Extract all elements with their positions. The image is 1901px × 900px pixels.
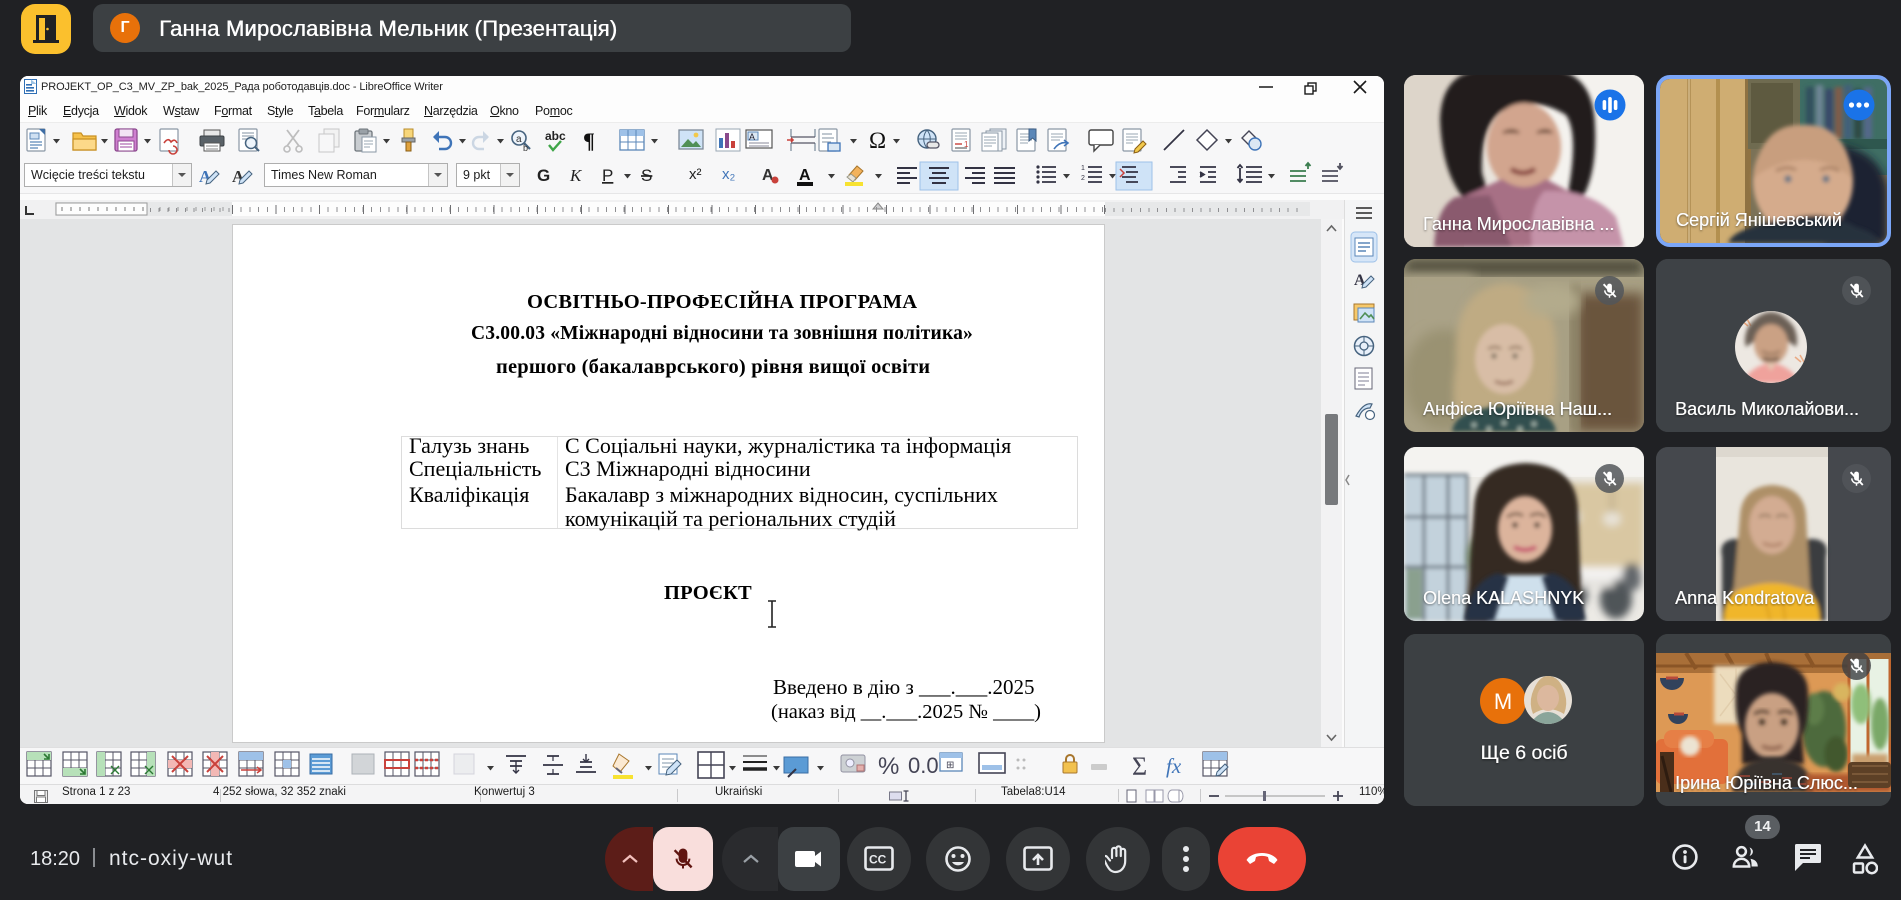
svg-text:M: M xyxy=(1494,689,1512,714)
svg-text:1: 1 xyxy=(964,140,969,149)
svg-text:P: P xyxy=(602,166,613,185)
svg-text:⊞: ⊞ xyxy=(946,760,954,771)
svg-text:¶: ¶ xyxy=(583,128,595,153)
svg-text:abc: abc xyxy=(545,129,566,143)
svg-text:0.0: 0.0 xyxy=(908,753,939,778)
svg-text:%: % xyxy=(878,753,899,780)
svg-text:A: A xyxy=(799,167,811,184)
svg-text:x₂: x₂ xyxy=(722,166,736,183)
svg-text:G: G xyxy=(537,166,550,185)
svg-text:1: 1 xyxy=(1081,165,1085,172)
svg-text:b: b xyxy=(523,143,528,153)
svg-text:a: a xyxy=(516,134,522,145)
svg-text:K: K xyxy=(569,166,583,185)
svg-text:S: S xyxy=(641,166,652,185)
svg-text:2: 2 xyxy=(1081,175,1085,182)
svg-text:Σ: Σ xyxy=(1132,752,1147,781)
svg-text:x²: x² xyxy=(689,166,702,183)
svg-text:Ω: Ω xyxy=(869,128,886,153)
svg-text:A: A xyxy=(749,132,755,142)
svg-text:fx: fx xyxy=(1166,754,1182,778)
svg-text:CC: CC xyxy=(869,853,887,867)
